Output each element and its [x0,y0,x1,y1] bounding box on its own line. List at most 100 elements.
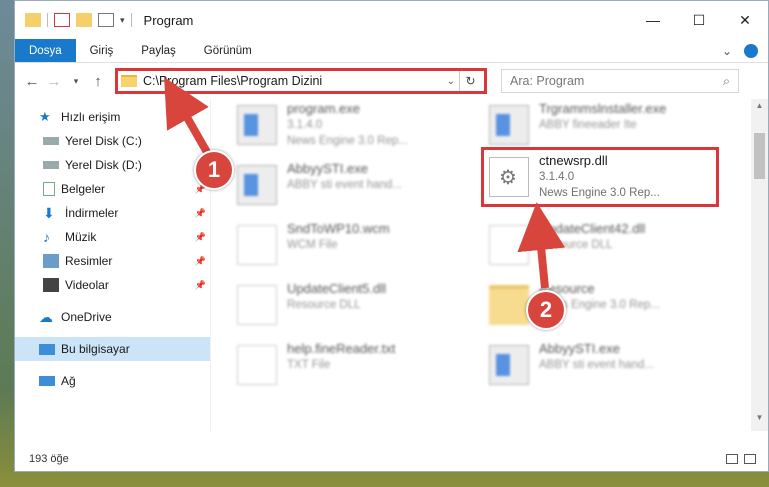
sidebar-item-videos[interactable]: Videolar 📌 [15,273,210,297]
sidebar-item-downloads[interactable]: ⬇ İndirmeler 📌 [15,201,210,225]
item-count: 193 öğe [29,453,69,465]
file-item[interactable]: help.fineReader.txt TXT File [231,341,471,397]
sidebar-item-network[interactable]: Ağ [15,369,210,393]
sidebar-item-music[interactable]: ♪ Müzik 📌 [15,225,210,249]
maximize-button[interactable]: ☐ [676,1,722,39]
properties-icon[interactable] [54,13,70,27]
tab-file[interactable]: Dosya [15,39,76,62]
address-bar[interactable]: C:\Program Files\Program Dizini ⌄ ↻ [115,68,487,94]
file-name: help.fineReader.txt [287,341,396,356]
sidebar-item-label: Hızlı erişim [61,110,121,124]
file-item[interactable]: SndToWP10.wcm WCM File [231,221,471,277]
tab-home[interactable]: Giriş [76,39,128,62]
back-arrow-icon[interactable]: ← [21,73,43,90]
window-controls: — ☐ ✕ [630,1,768,39]
file-item[interactable]: UpdateClient42.dll Resource DLL [483,221,723,277]
minimize-button[interactable]: — [630,1,676,39]
sidebar-item-label: Ağ [61,374,76,388]
sidebar-item-onedrive[interactable]: ☁ OneDrive [15,305,210,329]
folder-icon [489,285,529,325]
sidebar-item-label: Videolar [65,278,109,292]
help-icon[interactable] [744,43,758,58]
refresh-icon[interactable]: ↻ [459,71,481,91]
dll-gear-icon [237,285,277,325]
file-meta: AbbyySTI.exe ABBY sti event hand... [287,161,402,193]
sidebar-item-label: Yerel Disk (C:) [65,134,142,148]
close-button[interactable]: ✕ [722,1,768,39]
vertical-scrollbar[interactable]: ▲ ▼ [751,99,768,431]
scroll-down-icon[interactable]: ▼ [751,413,768,429]
navigation-pane: ★ Hızlı erişim Yerel Disk (C:) Yerel Dis… [15,99,211,431]
search-input[interactable]: Ara: Program ⌕ [501,69,739,93]
sidebar-item-quick-access[interactable]: ★ Hızlı erişim [15,105,210,129]
sidebar-item-label: İndirmeler [65,206,119,220]
pin-icon[interactable]: 📌 [195,232,206,243]
file-name: SndToWP10.wcm [287,221,390,236]
document-icon [43,182,55,196]
tab-share[interactable]: Paylaş [127,39,190,62]
details-view-icon[interactable] [726,454,738,464]
file-version: 3.1.4.0 [287,119,323,131]
scroll-thumb[interactable] [754,133,765,179]
exe-icon [489,345,529,385]
chevron-down-icon[interactable]: ▾ [65,76,87,87]
file-meta: program.exe 3.1.4.0 News Engine 3.0 Rep.… [287,101,408,149]
file-item[interactable]: Resource News Engine 3.0 Rep... [483,281,723,337]
chevron-down-icon[interactable]: ⌄ [722,44,732,58]
large-icons-view-icon[interactable] [744,454,756,464]
file-list: program.exe 3.1.4.0 News Engine 3.0 Rep.… [211,99,768,431]
navigation-bar: ← → ▾ ↑ C:\Program Files\Program Dizini … [15,63,768,99]
customize-icon[interactable] [98,13,114,27]
search-icon: ⌕ [722,73,730,88]
file-description: ABBY fineeader Ite [539,119,637,131]
file-description: Resource DLL [539,239,613,251]
pin-icon[interactable]: 📌 [195,280,206,291]
scroll-up-icon[interactable]: ▲ [751,101,768,117]
file-name: AbbyySTI.exe [287,161,368,176]
sidebar-item-pictures[interactable]: Resimler 📌 [15,249,210,273]
drive-icon [43,137,59,145]
quick-access-toolbar: ▾ [15,13,132,27]
sidebar-item-this-pc[interactable]: Bu bilgisayar [15,337,210,361]
pin-icon[interactable]: 📌 [195,208,206,219]
file-item[interactable]: AbbyySTI.exe ABBY sti event hand... [231,161,471,217]
folder-icon [121,75,137,87]
file-meta: Trgrammslnstaller.exe ABBY fineeader Ite [539,101,666,133]
file-description: ABBY sti event hand... [287,179,402,191]
up-arrow-icon[interactable]: ↑ [87,73,109,90]
forward-arrow-icon[interactable]: → [43,73,65,90]
sidebar-item-local-disk-d[interactable]: Yerel Disk (D:) [15,153,210,177]
address-path[interactable]: C:\Program Files\Program Dizini [143,74,443,88]
video-icon [43,278,59,292]
file-meta: UpdateClient5.dll Resource DLL [287,281,386,313]
sidebar-item-documents[interactable]: Belgeler 📌 [15,177,210,201]
chevron-down-icon[interactable]: ▾ [120,15,125,26]
sidebar-item-label: Bu bilgisayar [61,342,130,356]
ribbon-tabs: Dosya Giriş Paylaş Görünüm ⌄ [15,39,768,63]
file-meta: AbbyySTI.exe ABBY sti event hand... [539,341,654,373]
exe-icon [237,105,277,145]
chevron-down-icon[interactable]: ⌄ [443,76,459,87]
step-badge-2: 2 [526,290,566,330]
title-bar: ▾ Program — ☐ ✕ [15,1,768,39]
new-folder-icon[interactable] [76,13,92,27]
tab-view[interactable]: Görünüm [190,39,266,62]
ribbon-right: ⌄ [722,39,768,62]
sidebar-item-label: Resimler [65,254,113,268]
file-item[interactable]: UpdateClient5.dll Resource DLL [231,281,471,337]
sidebar-item-label: Belgeler [61,182,106,196]
sidebar-item-local-disk-c[interactable]: Yerel Disk (C:) [15,129,210,153]
explorer-window: ▾ Program — ☐ ✕ Dosya Giriş Paylaş Görün… [14,0,769,472]
file-description: WCM File [287,239,338,251]
sidebar-item-label: Yerel Disk (D:) [65,158,142,172]
file-name: Trgrammslnstaller.exe [539,101,667,116]
file-description: Resource DLL [287,299,361,311]
file-item[interactable]: AbbyySTI.exe ABBY sti event hand... [483,341,723,397]
pin-icon[interactable]: 📌 [195,256,206,267]
file-item[interactable]: program.exe 3.1.4.0 News Engine 3.0 Rep.… [231,101,471,157]
computer-icon [39,343,55,355]
file-description: TXT File [287,359,331,371]
music-icon: ♪ [43,229,50,245]
file-name: program.exe [287,101,360,116]
network-icon [39,376,55,386]
